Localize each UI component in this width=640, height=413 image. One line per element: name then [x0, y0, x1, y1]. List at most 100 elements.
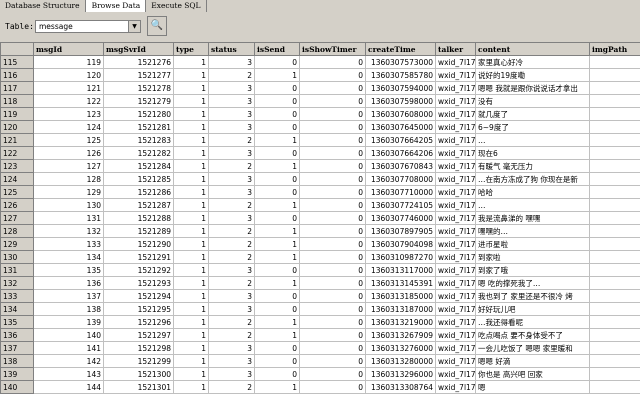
cell-msgSvrId[interactable]: 1521283 — [103, 133, 174, 147]
table-row[interactable]: 134 138 1521295 1 3 0 0 1360313187000 wxid_7l17 好… — [0, 302, 640, 316]
column-header-isShowTimer[interactable]: isShowTimer — [299, 42, 366, 56]
cell-createTime[interactable]: 1360307670843 — [365, 159, 436, 173]
cell-content[interactable]: 嘿嘿的… — [475, 224, 590, 238]
row-number[interactable]: 133 — [0, 289, 34, 303]
cell-content[interactable]: 嗯嗯 我就是跟你说说话才拿出 — [475, 81, 590, 95]
cell-msgSvrId[interactable]: 1521295 — [103, 302, 174, 316]
cell-content[interactable]: 6~9度了 — [475, 120, 590, 134]
cell-content[interactable]: 嗯 — [475, 380, 590, 394]
cell-isShowTimer[interactable]: 0 — [299, 289, 366, 303]
cell-talker[interactable]: wxid_7l17 — [435, 159, 476, 173]
cell-talker[interactable]: wxid_7l17 — [435, 211, 476, 225]
cell-content[interactable]: … — [475, 198, 590, 212]
cell-type[interactable]: 1 — [173, 185, 209, 199]
row-number[interactable]: 122 — [0, 146, 34, 160]
cell-isSend[interactable]: 0 — [254, 172, 300, 186]
cell-createTime[interactable]: 1360313280000 — [365, 354, 436, 368]
cell-imgPath[interactable] — [589, 302, 640, 316]
cell-isSend[interactable]: 0 — [254, 146, 300, 160]
cell-status[interactable]: 2 — [208, 250, 255, 264]
cell-isSend[interactable]: 1 — [254, 68, 300, 82]
cell-status[interactable]: 3 — [208, 146, 255, 160]
cell-isSend[interactable]: 0 — [254, 263, 300, 277]
cell-status[interactable]: 2 — [208, 133, 255, 147]
cell-msgSvrId[interactable]: 1521278 — [103, 81, 174, 95]
cell-content[interactable]: 哈哈 — [475, 185, 590, 199]
cell-type[interactable]: 1 — [173, 224, 209, 238]
table-row[interactable]: 120 124 1521281 1 3 0 0 1360307645000 wxid_7l17 6… — [0, 120, 640, 134]
cell-status[interactable]: 3 — [208, 107, 255, 121]
cell-type[interactable]: 1 — [173, 107, 209, 121]
cell-imgPath[interactable] — [589, 198, 640, 212]
column-header-talker[interactable]: talker — [435, 42, 476, 56]
cell-isSend[interactable]: 0 — [254, 354, 300, 368]
cell-content[interactable]: … — [475, 133, 590, 147]
cell-status[interactable]: 2 — [208, 198, 255, 212]
table-row[interactable]: 117 121 1521278 1 3 0 0 1360307594000 wxid_7l17 嗯… — [0, 81, 640, 95]
cell-talker[interactable]: wxid_7l17 — [435, 107, 476, 121]
table-row[interactable]: 130 134 1521291 1 2 1 0 1360310987270 wxid_7l17 到… — [0, 250, 640, 264]
cell-talker[interactable]: wxid_7l17 — [435, 289, 476, 303]
cell-msgId[interactable]: 144 — [33, 380, 104, 394]
cell-imgPath[interactable] — [589, 55, 640, 69]
cell-msgId[interactable]: 143 — [33, 367, 104, 381]
cell-status[interactable]: 2 — [208, 380, 255, 394]
cell-imgPath[interactable] — [589, 237, 640, 251]
cell-talker[interactable]: wxid_7l17 — [435, 133, 476, 147]
cell-imgPath[interactable] — [589, 94, 640, 108]
cell-isShowTimer[interactable]: 0 — [299, 107, 366, 121]
cell-msgSvrId[interactable]: 1521280 — [103, 107, 174, 121]
cell-talker[interactable]: wxid_7l17 — [435, 263, 476, 277]
cell-isSend[interactable]: 1 — [254, 224, 300, 238]
cell-imgPath[interactable] — [589, 146, 640, 160]
cell-type[interactable]: 1 — [173, 276, 209, 290]
cell-talker[interactable]: wxid_7l17 — [435, 81, 476, 95]
row-number[interactable]: 135 — [0, 315, 34, 329]
cell-isShowTimer[interactable]: 0 — [299, 224, 366, 238]
cell-msgSvrId[interactable]: 1521292 — [103, 263, 174, 277]
cell-msgSvrId[interactable]: 1521293 — [103, 276, 174, 290]
cell-imgPath[interactable] — [589, 367, 640, 381]
cell-talker[interactable]: wxid_7l17 — [435, 237, 476, 251]
cell-isSend[interactable]: 0 — [254, 341, 300, 355]
cell-talker[interactable]: wxid_7l17 — [435, 315, 476, 329]
cell-createTime[interactable]: 1360313308764 — [365, 380, 436, 394]
cell-isShowTimer[interactable]: 0 — [299, 328, 366, 342]
cell-msgSvrId[interactable]: 1521287 — [103, 198, 174, 212]
cell-msgSvrId[interactable]: 1521291 — [103, 250, 174, 264]
cell-talker[interactable]: wxid_7l17 — [435, 276, 476, 290]
cell-type[interactable]: 1 — [173, 68, 209, 82]
cell-msgId[interactable]: 121 — [33, 81, 104, 95]
cell-content[interactable]: 进币星啦 — [475, 237, 590, 251]
table-select[interactable]: message ▼ — [35, 20, 141, 33]
cell-content[interactable]: 到家了哦 — [475, 263, 590, 277]
cell-type[interactable]: 1 — [173, 159, 209, 173]
cell-msgSvrId[interactable]: 1521284 — [103, 159, 174, 173]
cell-talker[interactable]: wxid_7l17 — [435, 367, 476, 381]
row-number[interactable]: 126 — [0, 198, 34, 212]
cell-imgPath[interactable] — [589, 81, 640, 95]
cell-msgSvrId[interactable]: 1521277 — [103, 68, 174, 82]
cell-status[interactable]: 2 — [208, 276, 255, 290]
cell-msgSvrId[interactable]: 1521286 — [103, 185, 174, 199]
cell-content[interactable]: 家里真心好冷 — [475, 55, 590, 69]
cell-isShowTimer[interactable]: 0 — [299, 172, 366, 186]
cell-imgPath[interactable] — [589, 185, 640, 199]
cell-createTime[interactable]: 1360307724105 — [365, 198, 436, 212]
cell-msgSvrId[interactable]: 1521298 — [103, 341, 174, 355]
cell-msgSvrId[interactable]: 1521285 — [103, 172, 174, 186]
cell-createTime[interactable]: 1360307710000 — [365, 185, 436, 199]
find-button[interactable]: 🔍 — [147, 16, 167, 36]
cell-type[interactable]: 1 — [173, 380, 209, 394]
cell-type[interactable]: 1 — [173, 289, 209, 303]
table-row[interactable]: 122 126 1521282 1 3 0 0 1360307664206 wxid_7l17 现… — [0, 146, 640, 160]
cell-createTime[interactable]: 1360313267909 — [365, 328, 436, 342]
row-number[interactable]: 119 — [0, 107, 34, 121]
column-header-msgId[interactable]: msgId — [33, 42, 104, 56]
row-number[interactable]: 120 — [0, 120, 34, 134]
cell-msgId[interactable]: 128 — [33, 172, 104, 186]
cell-imgPath[interactable] — [589, 328, 640, 342]
row-number[interactable]: 118 — [0, 94, 34, 108]
cell-isSend[interactable]: 1 — [254, 380, 300, 394]
cell-imgPath[interactable] — [589, 211, 640, 225]
